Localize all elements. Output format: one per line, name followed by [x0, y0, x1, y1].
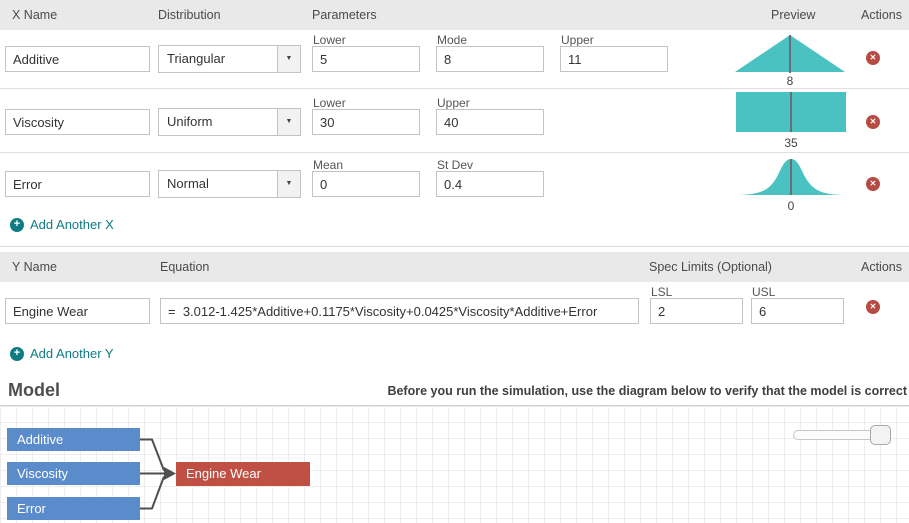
add-icon: + [10, 218, 24, 232]
param-input-upper[interactable] [436, 109, 544, 135]
y-table-header: Y Name Equation Spec Limits (Optional) A… [0, 252, 909, 282]
normal-distribution-preview [738, 154, 844, 196]
param-input-lower[interactable] [312, 46, 420, 72]
distribution-header: Distribution [158, 0, 221, 30]
model-node-additive: Additive [7, 428, 140, 451]
section-divider [0, 246, 909, 247]
lsl-input[interactable] [650, 298, 743, 324]
add-another-x-button[interactable]: + Add Another X [10, 217, 114, 232]
delete-row-button[interactable]: ✕ [866, 177, 880, 191]
delete-row-button[interactable]: ✕ [866, 115, 880, 129]
x-name-input[interactable] [5, 109, 150, 135]
model-instruction-text: Before you run the simulation, use the d… [387, 384, 907, 398]
preview-center-value: 0 [738, 199, 844, 213]
param-label-lower: Lower [313, 33, 346, 47]
usl-label: USL [752, 285, 775, 299]
parameters-header: Parameters [312, 0, 377, 30]
param-label-upper: Upper [437, 96, 470, 110]
distribution-select[interactable]: Normal ▼ [158, 170, 301, 198]
lsl-label: LSL [651, 285, 672, 299]
param-input-upper[interactable] [560, 46, 668, 72]
param-input-lower[interactable] [312, 109, 420, 135]
preview-center-value: 8 [735, 74, 845, 88]
delete-row-button[interactable]: ✕ [866, 51, 880, 65]
dropdown-button[interactable]: ▼ [277, 46, 300, 72]
dropdown-button[interactable]: ▼ [277, 171, 300, 197]
x-name-header: X Name [12, 0, 57, 30]
param-label-lower: Lower [313, 96, 346, 110]
chevron-down-icon: ▼ [286, 55, 293, 62]
param-input-mean[interactable] [312, 171, 420, 197]
param-input-stdev[interactable] [436, 171, 544, 197]
distribution-selected-value: Normal [167, 171, 209, 197]
y-name-input[interactable] [5, 298, 150, 324]
chevron-down-icon: ▼ [286, 118, 293, 125]
add-another-y-button[interactable]: + Add Another Y [10, 346, 114, 361]
delete-row-button[interactable]: ✕ [866, 300, 880, 314]
actions-header: Actions [861, 0, 902, 30]
model-section-title: Model [8, 380, 60, 401]
preview-header: Preview [771, 0, 815, 30]
equation-header: Equation [160, 252, 209, 282]
usl-input[interactable] [751, 298, 844, 324]
param-label-upper: Upper [561, 33, 594, 47]
spec-limits-header: Spec Limits (Optional) [649, 252, 772, 282]
distribution-selected-value: Uniform [167, 109, 213, 135]
model-node-viscosity: Viscosity [7, 462, 140, 485]
row-divider [0, 152, 909, 153]
add-icon: + [10, 347, 24, 361]
distribution-select[interactable]: Uniform ▼ [158, 108, 301, 136]
equation-input[interactable] [160, 298, 639, 324]
add-another-x-label: Add Another X [30, 217, 114, 232]
param-label-mean: Mean [313, 158, 343, 172]
x-name-input[interactable] [5, 171, 150, 197]
dropdown-button[interactable]: ▼ [277, 109, 300, 135]
row-divider [0, 88, 909, 89]
distribution-selected-value: Triangular [167, 46, 225, 72]
param-label-mode: Mode [437, 33, 467, 47]
model-diagram-canvas: Additive Viscosity Error Engine Wear [0, 405, 909, 523]
y-name-header: Y Name [12, 252, 57, 282]
simulation-setup-page: X Name Distribution Parameters Preview A… [0, 0, 909, 523]
diagram-zoom-slider-thumb[interactable] [870, 425, 891, 445]
param-input-mode[interactable] [436, 46, 544, 72]
triangular-distribution-preview [735, 35, 845, 73]
preview-centerline [790, 92, 792, 132]
add-another-y-label: Add Another Y [30, 346, 114, 361]
model-node-engine-wear: Engine Wear [176, 462, 310, 486]
x-table-header: X Name Distribution Parameters Preview A… [0, 0, 909, 30]
actions-header: Actions [861, 252, 902, 282]
x-name-input[interactable] [5, 46, 150, 72]
arrowhead-icon [164, 467, 176, 480]
distribution-select[interactable]: Triangular ▼ [158, 45, 301, 73]
chevron-down-icon: ▼ [286, 180, 293, 187]
preview-center-value: 35 [736, 136, 846, 150]
model-node-error: Error [7, 497, 140, 520]
param-label-stdev: St Dev [437, 158, 473, 172]
